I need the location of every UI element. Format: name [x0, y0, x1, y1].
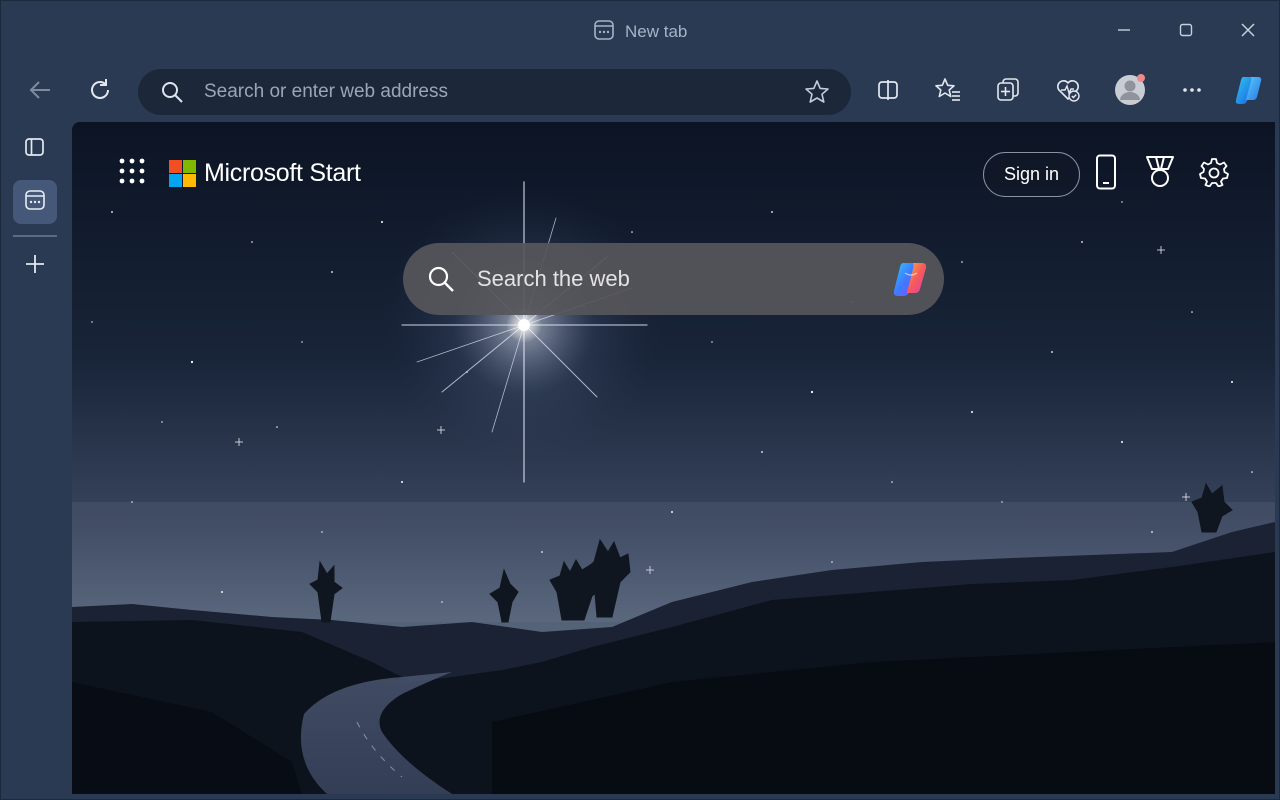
refresh-icon: [87, 77, 113, 108]
sign-in-button[interactable]: Sign in: [983, 152, 1080, 197]
rewards-icon: [1144, 155, 1176, 194]
copilot-icon: [1232, 73, 1266, 112]
sidebar-divider: [13, 235, 57, 237]
tab-page-icon: [593, 19, 615, 46]
profile-avatar: [1113, 73, 1147, 112]
search-icon: [160, 80, 184, 109]
more-button[interactable]: [1171, 71, 1213, 113]
profile-button[interactable]: [1109, 71, 1151, 113]
split-screen-button[interactable]: [867, 71, 909, 113]
minimize-button[interactable]: [1107, 17, 1141, 47]
browser-essentials-button[interactable]: [1047, 71, 1089, 113]
collections-icon: [995, 77, 1021, 108]
new-tab-plus-icon: [23, 252, 47, 281]
split-screen-icon: [876, 78, 900, 107]
apps-launcher-button[interactable]: [114, 155, 150, 191]
phone-button[interactable]: [1084, 152, 1128, 196]
favorite-star-icon[interactable]: [804, 79, 830, 110]
microsoft-start-logo[interactable]: Microsoft Start: [169, 157, 361, 189]
web-search-box[interactable]: [403, 243, 944, 315]
microsoft-logo-icon: [169, 159, 196, 187]
close-icon: [1240, 22, 1256, 43]
browser-window: New tab Search or enter web address Micr…: [0, 0, 1280, 800]
title-bar: New tab: [1, 1, 1280, 63]
favorites-icon: [935, 77, 961, 108]
search-icon: [427, 265, 455, 298]
copilot-button[interactable]: [1228, 71, 1270, 113]
apps-launcher-icon: [118, 157, 146, 190]
close-button[interactable]: [1231, 17, 1265, 47]
tab-new-tab[interactable]: [13, 180, 57, 224]
settings-icon: [1199, 157, 1229, 192]
phone-icon: [1095, 154, 1117, 195]
new-tab-page-icon: [23, 188, 47, 217]
browser-essentials-icon: [1055, 77, 1081, 108]
back-button[interactable]: [19, 71, 61, 113]
tab-actions-button[interactable]: [13, 127, 57, 171]
settings-button[interactable]: [1192, 152, 1236, 196]
maximize-button[interactable]: [1169, 17, 1203, 47]
rewards-button[interactable]: [1138, 152, 1182, 196]
maximize-icon: [1178, 22, 1194, 43]
address-input[interactable]: [204, 69, 784, 115]
active-tab[interactable]: New tab: [593, 19, 687, 45]
more-icon: [1181, 79, 1203, 106]
back-icon: [27, 77, 53, 108]
copilot-icon[interactable]: [889, 257, 933, 306]
new-tab-button[interactable]: [13, 244, 57, 288]
browser-toolbar: [1, 63, 1280, 121]
night-sky-background: [72, 122, 1275, 794]
new-tab-page: Microsoft Start Sign in: [72, 122, 1275, 794]
minimize-icon: [1116, 22, 1132, 43]
tab-actions-icon: [23, 135, 47, 164]
address-bar[interactable]: [138, 69, 851, 115]
vertical-tabs-sidebar: [1, 121, 71, 800]
refresh-button[interactable]: [79, 71, 121, 113]
favorites-button[interactable]: [927, 71, 969, 113]
web-search-input[interactable]: [477, 243, 877, 315]
brand-title: Microsoft Start: [204, 158, 361, 187]
collections-button[interactable]: [987, 71, 1029, 113]
tab-title: New tab: [625, 22, 688, 41]
